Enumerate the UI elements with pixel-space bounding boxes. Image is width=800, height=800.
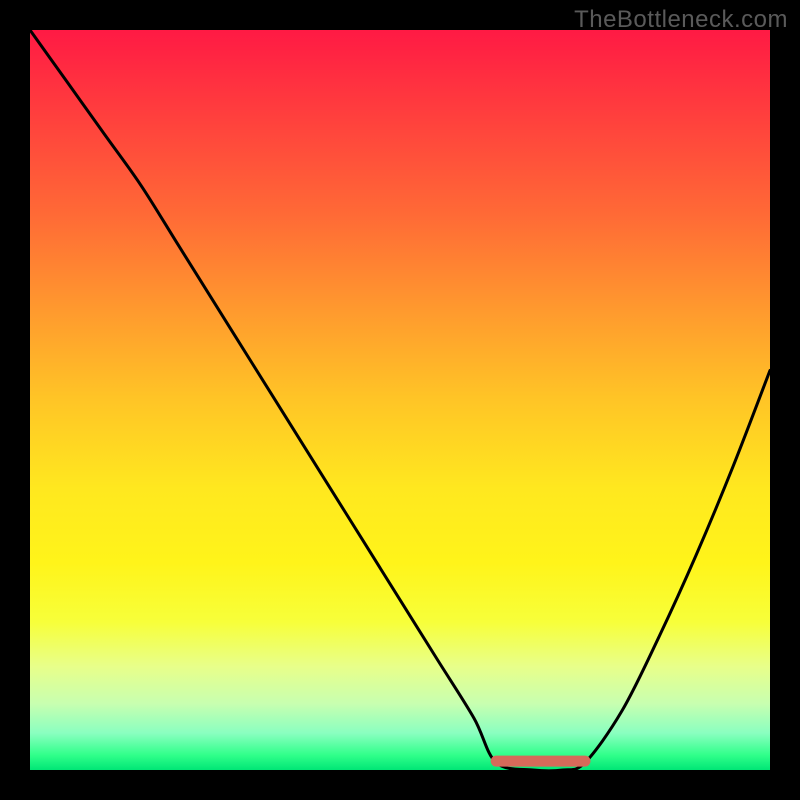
curve-layer [30,30,770,770]
chart-frame: TheBottleneck.com [0,0,800,800]
watermark-text: TheBottleneck.com [574,6,788,34]
bottleneck-curve [30,30,770,770]
plot-area [30,30,770,770]
